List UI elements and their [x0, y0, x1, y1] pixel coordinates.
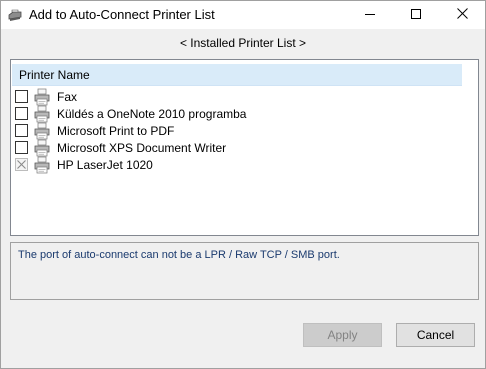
- apply-button-label: Apply: [327, 328, 358, 342]
- list-item[interactable]: Microsoft Print to PDF: [11, 122, 478, 140]
- cancel-button[interactable]: Cancel: [396, 323, 475, 347]
- title-bar: Add to Auto-Connect Printer List: [1, 1, 485, 29]
- list-item[interactable]: Küldés a OneNote 2010 programba: [11, 105, 478, 123]
- printer-name: Fax: [57, 90, 78, 104]
- column-header-label: Printer Name: [19, 68, 90, 82]
- printer-checkbox[interactable]: [15, 107, 28, 120]
- info-panel: The port of auto-connect can not be a LP…: [10, 242, 479, 300]
- maximize-icon: [411, 8, 421, 22]
- dialog-window: Add to Auto-Connect Printer List < Insta…: [0, 0, 486, 369]
- printer-name: Microsoft Print to PDF: [57, 124, 175, 138]
- printer-icon: [33, 156, 51, 174]
- printer-icon: [33, 139, 51, 157]
- printer-rows: Fax Küldés a OneNote 2010 programba Micr…: [11, 88, 478, 174]
- close-button[interactable]: [439, 1, 485, 29]
- printer-icon: [33, 88, 51, 106]
- maximize-button[interactable]: [393, 1, 439, 29]
- installed-printer-list-nav: < Installed Printer List >: [1, 36, 485, 50]
- printer-list[interactable]: Printer Name Fax Küldés a OneNote 2010 p…: [10, 59, 479, 236]
- printer-name: HP LaserJet 1020: [57, 158, 153, 172]
- printer-name: Küldés a OneNote 2010 programba: [57, 107, 247, 121]
- printer-checkbox[interactable]: [15, 141, 28, 154]
- printer-icon: [7, 7, 23, 23]
- printer-checkbox[interactable]: [15, 90, 28, 103]
- printer-name: Microsoft XPS Document Writer: [57, 141, 227, 155]
- window-title: Add to Auto-Connect Printer List: [29, 7, 215, 22]
- printer-icon: [33, 105, 51, 123]
- list-item[interactable]: Fax: [11, 88, 478, 106]
- list-item[interactable]: Microsoft XPS Document Writer: [11, 139, 478, 157]
- printer-checkbox[interactable]: [15, 124, 28, 137]
- list-item[interactable]: HP LaserJet 1020: [11, 156, 478, 174]
- info-message: The port of auto-connect can not be a LP…: [18, 249, 340, 261]
- list-column-header[interactable]: Printer Name: [12, 64, 462, 86]
- minimize-button[interactable]: [347, 1, 393, 29]
- cancel-button-label: Cancel: [416, 328, 455, 342]
- printer-checkbox-checked-disabled: [15, 158, 28, 171]
- printer-icon: [33, 122, 51, 140]
- installed-printer-list-link[interactable]: < Installed Printer List >: [180, 36, 306, 50]
- minimize-icon: [365, 8, 375, 22]
- apply-button[interactable]: Apply: [303, 323, 382, 347]
- close-icon: [456, 8, 468, 22]
